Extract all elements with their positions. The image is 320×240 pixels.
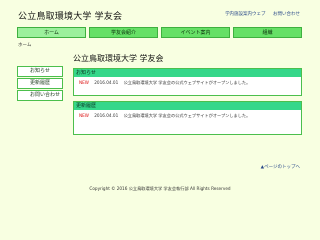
updates-box: 更新履歴 NEW 2016.04.01 公立鳥取環境大学 学友会の公式ウェブサイ… <box>73 101 302 135</box>
news-header: お知らせ <box>74 69 301 77</box>
page-title: 公立鳥取環境大学 学友会 <box>73 54 164 63</box>
utility-links: 学内施設案内ウェブ お問い合わせ <box>219 11 300 17</box>
updates-header: 更新履歴 <box>74 102 301 110</box>
update-date: 2016.04.01 <box>94 113 119 118</box>
breadcrumb: ホーム <box>18 43 32 48</box>
nav-tab-home[interactable]: ホーム <box>17 27 86 38</box>
page-top-link[interactable]: ▲ページのトップへ <box>261 164 300 170</box>
sidebar-item-updates[interactable]: 更新履歴 <box>17 78 63 89</box>
sidebar-item-news[interactable]: お知らせ <box>17 66 63 77</box>
update-text: 公立鳥取環境大学 学友会の公式ウェブサイトがオープンしました。 <box>123 113 251 118</box>
news-text: 公立鳥取環境大学 学友会の公式ウェブサイトがオープンしました。 <box>123 80 251 85</box>
main-content: 公立鳥取環境大学 学友会 お知らせ NEW 2016.04.01 公立鳥取環境大… <box>73 53 302 140</box>
site-title[interactable]: 公立鳥取環境大学 学友会 <box>18 9 122 22</box>
sidebar-item-contact[interactable]: お問い合わせ <box>17 90 63 101</box>
new-badge: NEW <box>79 113 89 118</box>
news-box: お知らせ NEW 2016.04.01 公立鳥取環境大学 学友会の公式ウェブサイ… <box>73 68 302 96</box>
update-entry: NEW 2016.04.01 公立鳥取環境大学 学友会の公式ウェブサイトがオープ… <box>74 110 301 134</box>
nav-tab-organization[interactable]: 組織 <box>233 27 302 38</box>
campus-guide-link[interactable]: 学内施設案内ウェブ <box>225 12 266 17</box>
footer-copyright: Copyright © 2016 公立鳥取環境大学 学友会執行部 All Rig… <box>89 186 231 191</box>
nav-tab-about[interactable]: 学友会紹介 <box>89 27 158 38</box>
news-date: 2016.04.01 <box>94 80 119 85</box>
main-nav: ホーム 学友会紹介 イベント案内 組織 <box>17 27 302 38</box>
sidebar: お知らせ 更新履歴 お問い合わせ <box>17 66 63 102</box>
nav-tab-events[interactable]: イベント案内 <box>161 27 230 38</box>
news-entry: NEW 2016.04.01 公立鳥取環境大学 学友会の公式ウェブサイトがオープ… <box>74 77 301 95</box>
new-badge: NEW <box>79 80 89 85</box>
contact-link[interactable]: お問い合わせ <box>273 12 300 17</box>
